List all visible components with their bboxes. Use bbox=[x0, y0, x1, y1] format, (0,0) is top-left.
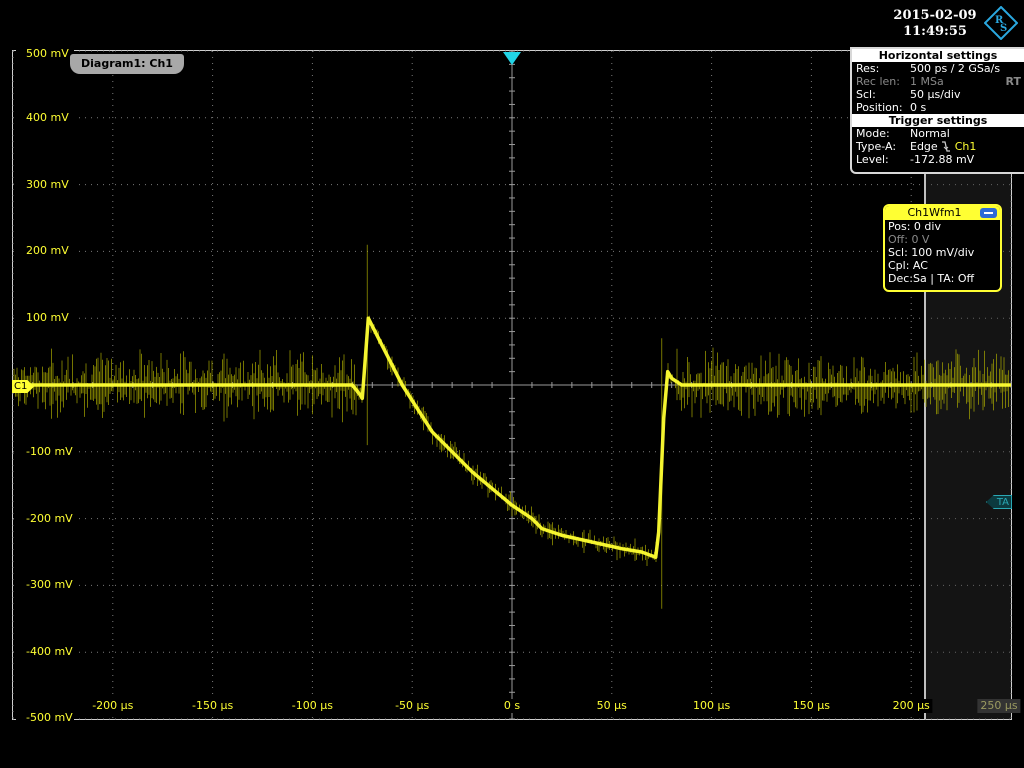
trigger-level[interactable]: Level: -172.88 mV bbox=[852, 153, 1024, 166]
noise-strokes bbox=[13, 244, 1009, 609]
x-tick-label: 50 µs bbox=[593, 699, 630, 713]
setting-value: 50 µs/div bbox=[910, 88, 961, 101]
y-tick-label: 200 mV bbox=[16, 244, 74, 259]
setting-value: -172.88 mV bbox=[910, 153, 975, 166]
y-tick-label: -300 mV bbox=[16, 578, 74, 593]
setting-value: 500 ps / 2 GSa/s bbox=[910, 62, 1001, 75]
settings-panel[interactable]: Horizontal settings Res: 500 ps / 2 GSa/s… bbox=[850, 47, 1024, 174]
horizontal-settings-title: Horizontal settings bbox=[852, 49, 1024, 62]
x-tick-label: -200 µs bbox=[89, 699, 137, 713]
setting-key: Type-A: bbox=[856, 140, 897, 153]
x-tick-label: 150 µs bbox=[789, 699, 834, 713]
setting-resolution[interactable]: Res: 500 ps / 2 GSa/s bbox=[852, 62, 1024, 75]
y-tick-label: 500 mV bbox=[16, 47, 74, 61]
setting-key: Res: bbox=[856, 62, 880, 75]
x-tick-label: 200 µs bbox=[889, 699, 933, 713]
setting-scale[interactable]: Scl: 50 µs/div bbox=[852, 88, 1024, 101]
setting-value: 0 s bbox=[910, 101, 927, 114]
y-tick-label: 300 mV bbox=[16, 177, 74, 192]
x-tick-label: 100 µs bbox=[689, 699, 734, 713]
trigger-settings-title: Trigger settings bbox=[852, 114, 1024, 127]
setting-key: Level: bbox=[856, 153, 889, 166]
y-tick-label: -400 mV bbox=[16, 645, 74, 660]
setting-key: Scl: bbox=[856, 88, 876, 101]
waveform-name: Ch1Wfm1 bbox=[907, 206, 962, 219]
waveform-offset[interactable]: Off: 0 V bbox=[885, 233, 1000, 246]
setting-key: Rec len: bbox=[856, 75, 900, 88]
x-tick-label: -150 µs bbox=[188, 699, 237, 713]
trigger-mode[interactable]: Mode: Normal bbox=[852, 127, 1024, 140]
waveform-box-title: Ch1Wfm1 bbox=[885, 206, 1000, 220]
setting-value: Edge bbox=[910, 140, 938, 153]
waveform-position[interactable]: Pos: 0 div bbox=[885, 220, 1000, 233]
waveform-decimation[interactable]: Dec:Sa | TA: Off bbox=[885, 272, 1000, 285]
setting-value: 1 MSa bbox=[910, 75, 944, 88]
setting-record-length[interactable]: Rec len: 1 MSa RT bbox=[852, 75, 1024, 88]
falling-edge-icon bbox=[942, 141, 951, 152]
waveform-noise-envelope bbox=[13, 244, 1009, 609]
trigger-source: Ch1 bbox=[954, 140, 977, 153]
y-tick-label: 100 mV bbox=[16, 311, 74, 326]
x-tick-label: 0 s bbox=[500, 699, 524, 713]
trigger-position-marker-icon[interactable] bbox=[503, 52, 521, 65]
diagram-tab[interactable]: Diagram1: Ch1 bbox=[70, 54, 184, 74]
waveform-coupling[interactable]: Cpl: AC bbox=[885, 259, 1000, 272]
minimize-icon[interactable] bbox=[980, 208, 997, 218]
waveform-scale[interactable]: Scl: 100 mV/div bbox=[885, 246, 1000, 259]
setting-position[interactable]: Position: 0 s bbox=[852, 101, 1024, 114]
realtime-badge: RT bbox=[1005, 75, 1021, 88]
x-tick-label: -50 µs bbox=[392, 699, 433, 713]
setting-key: Position: bbox=[856, 101, 903, 114]
x-tick-label: -100 µs bbox=[288, 699, 336, 713]
y-tick-label: 400 mV bbox=[16, 110, 74, 125]
y-tick-label: -500 mV bbox=[16, 711, 74, 725]
setting-value: Normal bbox=[910, 127, 950, 140]
y-tick-label: -100 mV bbox=[16, 444, 74, 459]
x-tick-label: 250 µs bbox=[977, 699, 1021, 713]
y-tick-label: -200 mV bbox=[16, 511, 74, 526]
trigger-type[interactable]: Type-A: Edge Ch1 bbox=[852, 140, 1024, 153]
waveform-info-box[interactable]: Ch1Wfm1 Pos: 0 div Off: 0 V Scl: 100 mV/… bbox=[883, 204, 1002, 292]
setting-key: Mode: bbox=[856, 127, 890, 140]
